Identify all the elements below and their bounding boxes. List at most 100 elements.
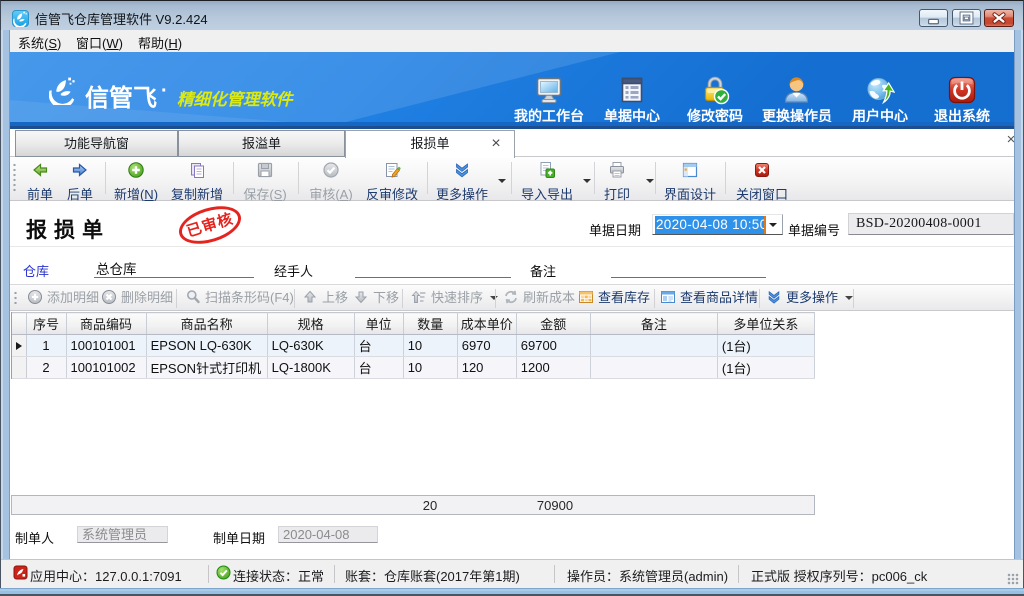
cell[interactable]: EPSON LQ-630K <box>146 335 267 357</box>
cell[interactable]: 69700 <box>516 335 590 357</box>
detail-toolbar-label: 上移 <box>322 290 348 305</box>
toolbar-grip[interactable] <box>13 163 16 194</box>
toolbar-next-doc[interactable]: 后单 <box>65 160 95 198</box>
detail-more-actions[interactable]: 更多操作 <box>766 286 853 310</box>
toolbar-separator <box>655 162 656 194</box>
window-title: 信管飞仓库管理软件 V9.2.424 <box>35 9 208 28</box>
dropdown-arrow-icon[interactable] <box>845 296 853 300</box>
table-row[interactable]: 1100101001EPSON LQ-630KLQ-630K台106970697… <box>12 335 815 357</box>
minimize-button[interactable] <box>919 9 948 27</box>
column-header-规格[interactable]: 规格 <box>267 313 354 335</box>
doc-date-combo[interactable]: 2020-04-08 10:50 <box>652 214 783 235</box>
dropdown-arrow-icon[interactable] <box>646 179 654 183</box>
dropdown-arrow-icon[interactable] <box>583 179 591 183</box>
cell[interactable]: 120 <box>457 357 516 379</box>
cell[interactable]: LQ-1800K <box>267 357 354 379</box>
window-frame-right <box>1014 30 1024 588</box>
tab-close-icon[interactable]: × <box>488 136 504 152</box>
column-header-数量[interactable]: 数量 <box>403 313 457 335</box>
column-header-金额[interactable]: 金额 <box>516 313 590 335</box>
column-header-序号[interactable]: 序号 <box>26 313 66 335</box>
add-new-icon <box>127 161 145 179</box>
cell[interactable] <box>590 335 717 357</box>
banner-action-switch-operator[interactable]: 更换操作员 <box>755 75 839 126</box>
menu-item-1[interactable]: 窗口(W) <box>67 30 132 52</box>
banner-action-workstation[interactable]: 我的工作台 <box>507 75 591 126</box>
tab-报溢单[interactable]: 报溢单 <box>178 130 345 157</box>
toolbar-unaudit[interactable]: 反审修改 <box>359 160 425 198</box>
banner-action-label: 更换操作员 <box>755 109 839 123</box>
cell[interactable]: 10 <box>403 335 457 357</box>
detail-view-stock[interactable]: 查看库存 <box>578 286 650 310</box>
banner-action-change-password[interactable]: 修改密码 <box>673 75 757 126</box>
detail-refresh-cost[interactable]: 刷新成本 <box>503 286 575 310</box>
cell[interactable]: 1200 <box>516 357 590 379</box>
cell[interactable] <box>590 357 717 379</box>
cell[interactable]: 100101002 <box>66 357 146 379</box>
banner-action-label: 我的工作台 <box>507 109 591 123</box>
statusbar-item-3: 操作员：系统管理员(admin) <box>567 566 728 584</box>
toolbar-import-export[interactable]: 导入导出 <box>514 160 580 198</box>
menu-item-2[interactable]: 帮助(H) <box>129 30 191 52</box>
cell[interactable]: 6970 <box>457 335 516 357</box>
cell[interactable]: EPSON针式打印机 <box>146 357 267 379</box>
detail-add-detail[interactable]: 添加明细 <box>27 286 99 310</box>
column-header-备注[interactable]: 备注 <box>590 313 717 335</box>
detail-toolbar-label: 刷新成本 <box>523 290 575 305</box>
toolbar-close-window[interactable]: 关闭窗口 <box>729 160 795 198</box>
cell[interactable]: (1台) <box>717 357 814 379</box>
column-header-商品编码[interactable]: 商品编码 <box>66 313 146 335</box>
row-selector[interactable] <box>12 335 26 357</box>
column-header-多单位关系[interactable]: 多单位关系 <box>717 313 814 335</box>
cell[interactable]: (1台) <box>717 335 814 357</box>
doc-date-dropdown-icon[interactable] <box>766 216 780 234</box>
cell[interactable]: 2 <box>26 357 66 379</box>
detail-toolbar: 添加明细删除明细扫描条形码(F4) 上移下移快速排序 刷新成本查看库存查看商品详情更… <box>10 284 1014 311</box>
detail-view-product[interactable]: 查看商品详情 <box>660 286 758 310</box>
detail-barcode-scan[interactable]: 扫描条形码(F4) <box>185 286 294 310</box>
cell[interactable]: 10 <box>403 357 457 379</box>
cell[interactable]: 台 <box>354 335 403 357</box>
cell[interactable]: 100101001 <box>66 335 146 357</box>
warehouse-label: 仓库 <box>23 261 49 280</box>
banner-action-user-center[interactable]: 用户中心 <box>838 75 922 126</box>
cell[interactable]: 台 <box>354 357 403 379</box>
banner-action-exit-system[interactable]: 退出系统 <box>920 75 1004 126</box>
statusbar-separator <box>554 565 555 583</box>
toolbar-prev-doc[interactable]: 前单 <box>25 160 55 198</box>
detail-move-up[interactable]: 上移 <box>302 286 348 310</box>
row-selector[interactable] <box>12 357 26 379</box>
warehouse-value[interactable]: 总仓库 <box>96 258 137 278</box>
table-row[interactable]: 2100101002EPSON针式打印机LQ-1800K台101201200 (1… <box>12 357 815 379</box>
toolbar-ui-design[interactable]: 界面设计 <box>657 160 723 198</box>
toolbar-separator <box>511 162 512 194</box>
menu-item-0[interactable]: 系统(S) <box>9 30 70 52</box>
dropdown-arrow-icon[interactable] <box>498 179 506 183</box>
close-button[interactable] <box>984 9 1014 27</box>
detail-quick-sort[interactable]: 快速排序 <box>411 286 498 310</box>
brand-name: 信管飞 <box>85 78 157 113</box>
column-header-商品名称[interactable]: 商品名称 <box>146 313 267 335</box>
current-row-marker <box>16 342 22 350</box>
column-header-成本单价[interactable]: 成本单价 <box>457 313 516 335</box>
remark-underline <box>611 277 766 278</box>
detail-toolbar-grip[interactable] <box>14 291 17 304</box>
statusbar-separator <box>738 565 739 583</box>
column-header-单位[interactable]: 单位 <box>354 313 403 335</box>
toolbar-more-actions[interactable]: 更多操作 <box>429 160 495 198</box>
tab-功能导航窗[interactable]: 功能导航窗 <box>15 130 178 157</box>
tab-label: 报损单 <box>410 136 449 151</box>
toolbar-print[interactable]: 打印 <box>591 160 643 198</box>
cell[interactable]: 1 <box>26 335 66 357</box>
banner-action-document-center[interactable]: 单据中心 <box>590 75 674 126</box>
add-detail-icon <box>27 289 43 305</box>
cell[interactable]: LQ-630K <box>267 335 354 357</box>
tab-报损单[interactable]: 报损单 × <box>345 130 515 158</box>
toolbar-copy-new[interactable]: 复制新增 <box>164 160 230 198</box>
header-divider <box>10 246 1014 247</box>
maximize-button[interactable] <box>952 9 981 27</box>
detail-delete-detail[interactable]: 删除明细 <box>101 286 173 310</box>
doc-no-label: 单据编号 <box>788 220 840 239</box>
resize-grip[interactable] <box>1007 573 1019 585</box>
detail-move-down[interactable]: 下移 <box>353 286 399 310</box>
